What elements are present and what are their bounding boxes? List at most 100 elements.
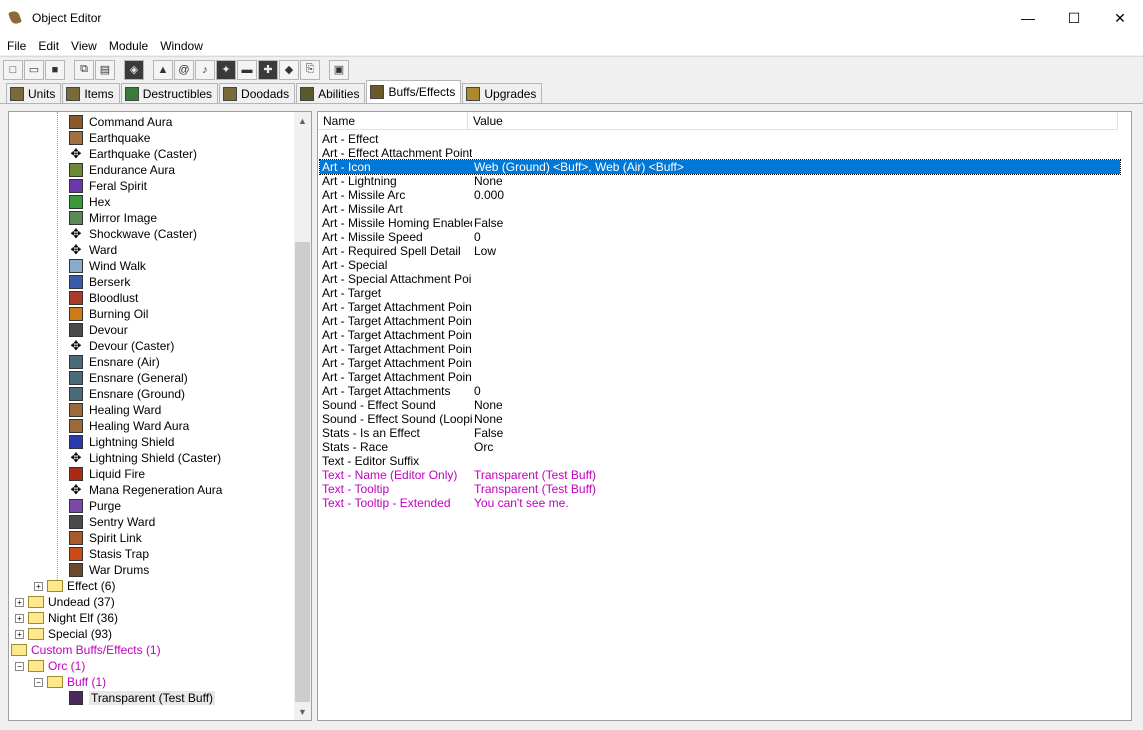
tree-item[interactable]: Purge xyxy=(69,498,121,514)
tree-item[interactable]: Ensnare (Air) xyxy=(69,354,160,370)
property-row[interactable]: Text - Tooltip Transparent (Test Buff) xyxy=(320,482,1120,496)
tree-scrollbar[interactable]: ▲ ▼ xyxy=(294,112,311,720)
new-icon[interactable]: □ xyxy=(3,59,23,80)
property-row[interactable]: Art - Target xyxy=(320,286,1120,300)
tree-item[interactable]: Healing Ward xyxy=(69,402,161,418)
tree-item[interactable]: Berserk xyxy=(69,274,130,290)
tree-item[interactable]: ✥ Earthquake (Caster) xyxy=(69,146,197,162)
tree-folder[interactable]: + Night Elf (36) xyxy=(15,610,118,626)
menu-edit[interactable]: Edit xyxy=(33,39,64,53)
property-row[interactable]: Art - Effect Attachment Point xyxy=(320,146,1120,160)
tab-buffs-effects[interactable]: Buffs/Effects xyxy=(366,80,462,103)
property-row[interactable]: Art - Missile Arc 0.000 xyxy=(320,188,1120,202)
tree-folder[interactable]: + Special (93) xyxy=(15,626,112,642)
tab-destructibles[interactable]: Destructibles xyxy=(120,83,219,103)
paste-icon[interactable]: ▤ xyxy=(95,59,115,80)
tree-item[interactable]: Bloodlust xyxy=(69,290,138,306)
menu-view[interactable]: View xyxy=(66,39,102,53)
property-row[interactable]: Art - Lightning None xyxy=(320,174,1120,188)
property-row[interactable]: Art - Missile Speed 0 xyxy=(320,230,1120,244)
open-icon[interactable]: ▭ xyxy=(24,59,44,80)
property-row[interactable]: Art - Target Attachment Poin... xyxy=(320,328,1120,342)
column-value-header[interactable]: Value xyxy=(468,112,1118,130)
menu-module[interactable]: Module xyxy=(104,39,153,53)
terrain-icon[interactable]: ▲ xyxy=(153,59,173,80)
property-row[interactable]: Sound - Effect Sound None xyxy=(320,398,1120,412)
unit-icon[interactable]: ◈ xyxy=(124,59,144,80)
footprint-icon[interactable]: ✦ xyxy=(216,59,236,80)
object-tree[interactable]: Command Aura Earthquake ✥ Earthquake (Caste… xyxy=(8,111,312,721)
tree-item[interactable]: Burning Oil xyxy=(69,306,148,322)
collapse-icon[interactable]: − xyxy=(34,677,43,687)
expand-icon[interactable]: + xyxy=(15,613,24,623)
tree-item[interactable]: Earthquake xyxy=(69,130,150,146)
tree-folder-buff[interactable]: − Buff (1) xyxy=(34,674,106,690)
test-map-icon[interactable]: ▣ xyxy=(329,59,349,80)
maximize-button[interactable]: ☐ xyxy=(1051,0,1097,36)
tab-upgrades[interactable]: Upgrades xyxy=(462,83,543,103)
property-row[interactable]: Art - Target Attachments 0 xyxy=(320,384,1120,398)
tab-doodads[interactable]: Doodads xyxy=(219,83,296,103)
property-row[interactable]: Stats - Is an Effect False xyxy=(320,426,1120,440)
tree-folder-custom[interactable]: Custom Buffs/Effects (1) xyxy=(11,642,161,658)
tree-item-selected[interactable]: Transparent (Test Buff) xyxy=(69,690,216,706)
save-icon[interactable]: ■ xyxy=(45,59,65,80)
tree-item[interactable]: Healing Ward Aura xyxy=(69,418,189,434)
tree-item[interactable]: ✥ Lightning Shield (Caster) xyxy=(69,450,221,466)
property-row[interactable]: Art - Required Spell Detail Low xyxy=(320,244,1120,258)
tree-folder-effect[interactable]: + Effect (6) xyxy=(34,578,115,594)
tree-item[interactable]: Ensnare (Ground) xyxy=(69,386,185,402)
tree-item[interactable]: War Drums xyxy=(69,562,149,578)
property-row[interactable]: Stats - Race Orc xyxy=(320,440,1120,454)
property-row[interactable]: Art - Effect xyxy=(320,132,1120,146)
tree-item[interactable]: Wind Walk xyxy=(69,258,146,274)
expand-icon[interactable]: + xyxy=(15,597,24,607)
property-row[interactable]: Art - Special xyxy=(320,258,1120,272)
tree-item[interactable]: ✥ Ward xyxy=(69,242,117,258)
menu-window[interactable]: Window xyxy=(155,39,208,53)
scroll-thumb[interactable] xyxy=(295,242,310,702)
property-row[interactable]: Art - Target Attachment Poin... xyxy=(320,300,1120,314)
scroll-up-icon[interactable]: ▲ xyxy=(294,112,311,129)
tree-item[interactable]: Sentry Ward xyxy=(69,514,155,530)
column-name-header[interactable]: Name xyxy=(318,112,468,130)
doodad-icon[interactable]: @ xyxy=(174,59,194,80)
property-row[interactable]: Art - Target Attachment Poin... xyxy=(320,370,1120,384)
tab-units[interactable]: Units xyxy=(6,83,62,103)
tree-item[interactable]: Endurance Aura xyxy=(69,162,175,178)
tree-folder-orc[interactable]: − Orc (1) xyxy=(15,658,85,674)
property-row[interactable]: Art - Icon Web (Ground) <Buff>, Web (Air)… xyxy=(319,159,1121,175)
tree-item[interactable]: Hex xyxy=(69,194,110,210)
property-row[interactable]: Text - Name (Editor Only) Transparent (Te… xyxy=(320,468,1120,482)
property-grid[interactable]: Name Value Art - Effect Art - Effect Atta… xyxy=(317,111,1132,721)
property-row[interactable]: Text - Editor Suffix xyxy=(320,454,1120,468)
property-row[interactable]: Text - Tooltip - Extended You can't see m… xyxy=(320,496,1120,510)
tree-item[interactable]: Ensnare (General) xyxy=(69,370,188,386)
close-button[interactable]: ✕ xyxy=(1097,0,1143,36)
object-icon[interactable]: ◆ xyxy=(279,59,299,80)
tree-item[interactable]: Liquid Fire xyxy=(69,466,145,482)
expand-icon[interactable]: + xyxy=(34,581,43,591)
tab-items[interactable]: Items xyxy=(62,83,120,103)
tree-folder[interactable]: + Undead (37) xyxy=(15,594,115,610)
sound-icon[interactable]: ♪ xyxy=(195,59,215,80)
tree-item[interactable]: ✥ Shockwave (Caster) xyxy=(69,226,197,242)
tree-item[interactable]: ✥ Devour (Caster) xyxy=(69,338,174,354)
import-icon[interactable]: ⎘ xyxy=(300,59,320,80)
collapse-icon[interactable]: − xyxy=(15,661,24,671)
tree-item[interactable]: Stasis Trap xyxy=(69,546,149,562)
monitor-icon[interactable]: ▬ xyxy=(237,59,257,80)
tree-item[interactable]: Feral Spirit xyxy=(69,178,147,194)
property-row[interactable]: Art - Target Attachment Poin... xyxy=(320,314,1120,328)
property-row[interactable]: Sound - Effect Sound (Loopi... None xyxy=(320,412,1120,426)
property-row[interactable]: Art - Target Attachment Poin... xyxy=(320,342,1120,356)
property-row[interactable]: Art - Target Attachment Poin... xyxy=(320,356,1120,370)
tree-item[interactable]: Spirit Link xyxy=(69,530,142,546)
tab-abilities[interactable]: Abilities xyxy=(296,83,366,103)
trigger-icon[interactable]: ✚ xyxy=(258,59,278,80)
scroll-down-icon[interactable]: ▼ xyxy=(294,703,311,720)
tree-item[interactable]: Devour xyxy=(69,322,128,338)
tree-item[interactable]: Lightning Shield xyxy=(69,434,174,450)
tree-item[interactable]: Command Aura xyxy=(69,114,172,130)
tree-item[interactable]: Mirror Image xyxy=(69,210,157,226)
